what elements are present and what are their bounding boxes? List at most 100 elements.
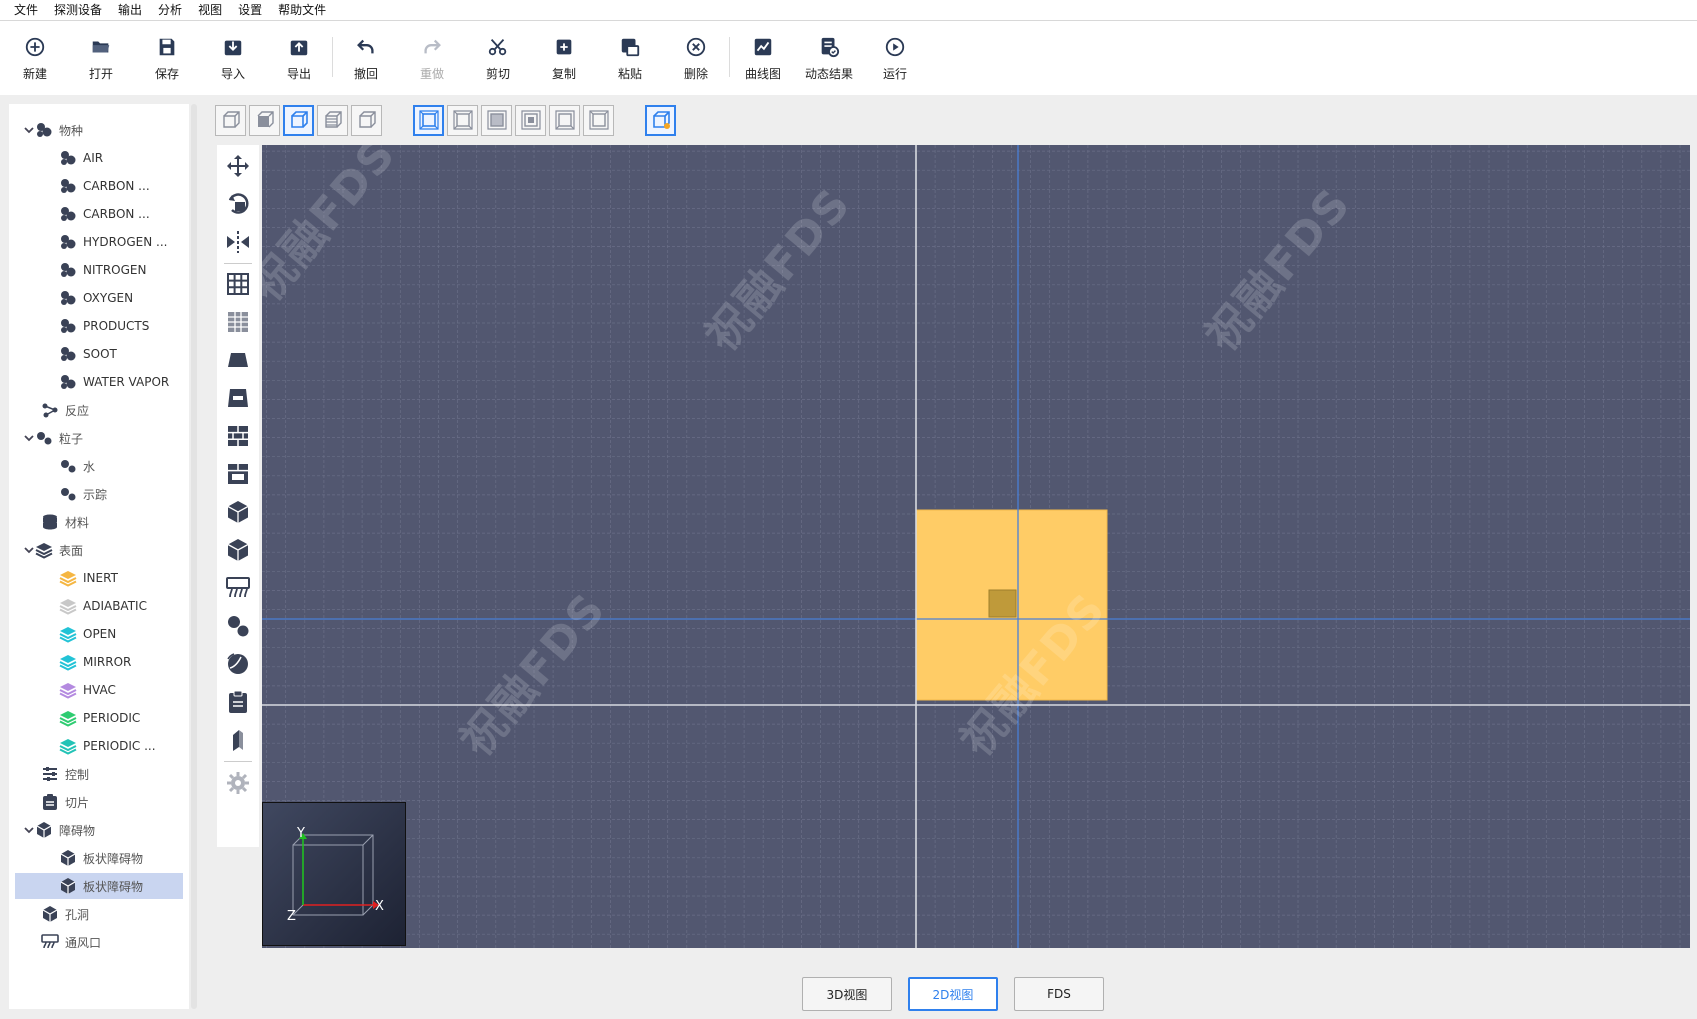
save-button[interactable]: 保存 (134, 22, 200, 95)
menu-analysis[interactable]: 分析 (150, 0, 190, 20)
menu-view[interactable]: 视图 (190, 0, 230, 20)
plate-tool[interactable] (220, 722, 256, 758)
mesh-tool[interactable] (220, 266, 256, 302)
wall-tool[interactable] (220, 418, 256, 454)
tree-group-species[interactable]: 物种 (9, 117, 189, 143)
tree-group-slices[interactable]: 切片 (9, 789, 189, 815)
tree-group-particles[interactable]: 粒子 (9, 425, 189, 451)
tree-group-surfaces[interactable]: 表面 (9, 537, 189, 563)
rotate-tool[interactable] (220, 186, 256, 222)
slice-tool[interactable] (220, 684, 256, 720)
sprinkler-tool[interactable] (220, 646, 256, 682)
camera-view-button[interactable] (515, 104, 546, 136)
tree-item-particle[interactable]: 示踪 (9, 481, 189, 507)
obstruction-small[interactable] (988, 589, 1017, 618)
tree-item-species[interactable]: CARBON ... (9, 173, 189, 199)
tree-group-materials[interactable]: 材料 (9, 509, 189, 535)
chevron-down-icon[interactable] (23, 824, 35, 836)
export-button[interactable]: 导出 (266, 22, 332, 95)
paste-button[interactable]: 粘贴 (597, 22, 663, 95)
chevron-down-icon[interactable] (23, 432, 35, 444)
cut-button[interactable]: 剪切 (465, 22, 531, 95)
block-tool[interactable] (220, 494, 256, 530)
dynamic-results-button[interactable]: 动态结果 (796, 22, 862, 95)
camera-view-button[interactable] (583, 104, 614, 136)
tab-3d-view[interactable]: 3D视图 (802, 977, 892, 1011)
tree-item-obstruction[interactable]: 板状障碍物 (9, 845, 189, 871)
tree-label: HYDROGEN ... (83, 235, 168, 249)
save-label: 保存 (154, 67, 179, 81)
menu-file[interactable]: 文件 (6, 0, 46, 20)
export-icon (290, 40, 308, 56)
copy-icon (556, 39, 572, 55)
hole-tool[interactable] (220, 532, 256, 568)
particle-tool[interactable] (220, 608, 256, 644)
settings-tool[interactable] (220, 765, 256, 801)
run-button[interactable]: 运行 (862, 22, 928, 95)
tree-label: MIRROR (83, 655, 132, 669)
menu-output[interactable]: 输出 (110, 0, 150, 20)
tree-item-species[interactable]: CARBON ... (9, 201, 189, 227)
view-cube-button[interactable] (351, 104, 382, 136)
tab-2d-view[interactable]: 2D视图 (908, 977, 998, 1011)
menu-devices[interactable]: 探测设备 (46, 0, 110, 20)
chevron-down-icon[interactable] (23, 544, 35, 556)
chevron-down-icon[interactable] (23, 124, 35, 136)
copy-button[interactable]: 复制 (531, 22, 597, 95)
tree-item-surface[interactable]: OPEN (9, 621, 189, 647)
reset-view-button[interactable] (645, 104, 676, 136)
tree-group-reaction[interactable]: 反应 (9, 397, 189, 423)
tree-item-surface[interactable]: PERIODIC (9, 705, 189, 731)
delete-circle-icon (686, 37, 706, 57)
undo-button[interactable]: 撤回 (333, 22, 399, 95)
tree-item-surface[interactable]: MIRROR (9, 649, 189, 675)
import-button[interactable]: 导入 (200, 22, 266, 95)
tree-group-obstructions[interactable]: 障碍物 (9, 817, 189, 843)
tree-item-surface[interactable]: ADIABATIC (9, 593, 189, 619)
vent-tool[interactable] (220, 570, 256, 606)
view-cube-button[interactable] (317, 104, 348, 136)
camera-view-button[interactable] (481, 104, 512, 136)
camera-view-button[interactable] (549, 104, 580, 136)
delete-button[interactable]: 删除 (663, 22, 729, 95)
tab-fds[interactable]: FDS (1014, 977, 1104, 1011)
camera-view-button-active[interactable] (413, 104, 444, 136)
open-button[interactable]: 打开 (68, 22, 134, 95)
wall-opening-tool[interactable] (220, 456, 256, 492)
redo-button[interactable]: 重做 (399, 22, 465, 95)
tree-item-species[interactable]: HYDROGEN ... (9, 229, 189, 255)
tree-group-controls[interactable]: 控制 (9, 761, 189, 787)
tree-scrollbar[interactable] (191, 104, 197, 1009)
2d-canvas[interactable]: 祝融FDS 祝融FDS 祝融FDS 祝融FDS 祝融FDS X Y Z (262, 145, 1690, 948)
dynamic-results-label: 动态结果 (804, 67, 853, 81)
tree-item-species[interactable]: WATER VAPOR (9, 369, 189, 395)
cube-icon (60, 878, 76, 894)
new-button[interactable]: 新建 (2, 22, 68, 95)
ceiling-tool[interactable] (220, 342, 256, 378)
menu-help[interactable]: 帮助文件 (270, 0, 334, 20)
move-tool[interactable] (220, 148, 256, 184)
tree-group-holes[interactable]: 孔洞 (9, 901, 189, 927)
tree-item-particle[interactable]: 水 (9, 453, 189, 479)
tree-item-surface[interactable]: HVAC (9, 677, 189, 703)
tree-item-species[interactable]: OXYGEN (9, 285, 189, 311)
view-cube-button-active[interactable] (283, 104, 314, 136)
tree-item-species[interactable]: SOOT (9, 341, 189, 367)
view-cube-button[interactable] (215, 104, 246, 136)
tree-item-species[interactable]: NITROGEN (9, 257, 189, 283)
curve-chart-button[interactable]: 曲线图 (730, 22, 796, 95)
view-cube-button[interactable] (249, 104, 280, 136)
tree-group-vents[interactable]: 通风口 (9, 929, 189, 955)
tree-item-surface[interactable]: INERT (9, 565, 189, 591)
camera-view-button[interactable] (447, 104, 478, 136)
mirror-tool[interactable] (220, 224, 256, 260)
tree-item-surface[interactable]: PERIODIC ... (9, 733, 189, 759)
curve-chart-label: 曲线图 (744, 67, 781, 81)
menu-settings[interactable]: 设置 (230, 0, 270, 20)
tree-item-species[interactable]: AIR (9, 145, 189, 171)
tree-item-obstruction-selected[interactable]: 板状障碍物 (15, 873, 183, 899)
multi-mesh-tool[interactable] (220, 304, 256, 340)
tree-item-species[interactable]: PRODUCTS (9, 313, 189, 339)
room-tool[interactable] (220, 380, 256, 416)
copy-label: 复制 (551, 67, 576, 81)
